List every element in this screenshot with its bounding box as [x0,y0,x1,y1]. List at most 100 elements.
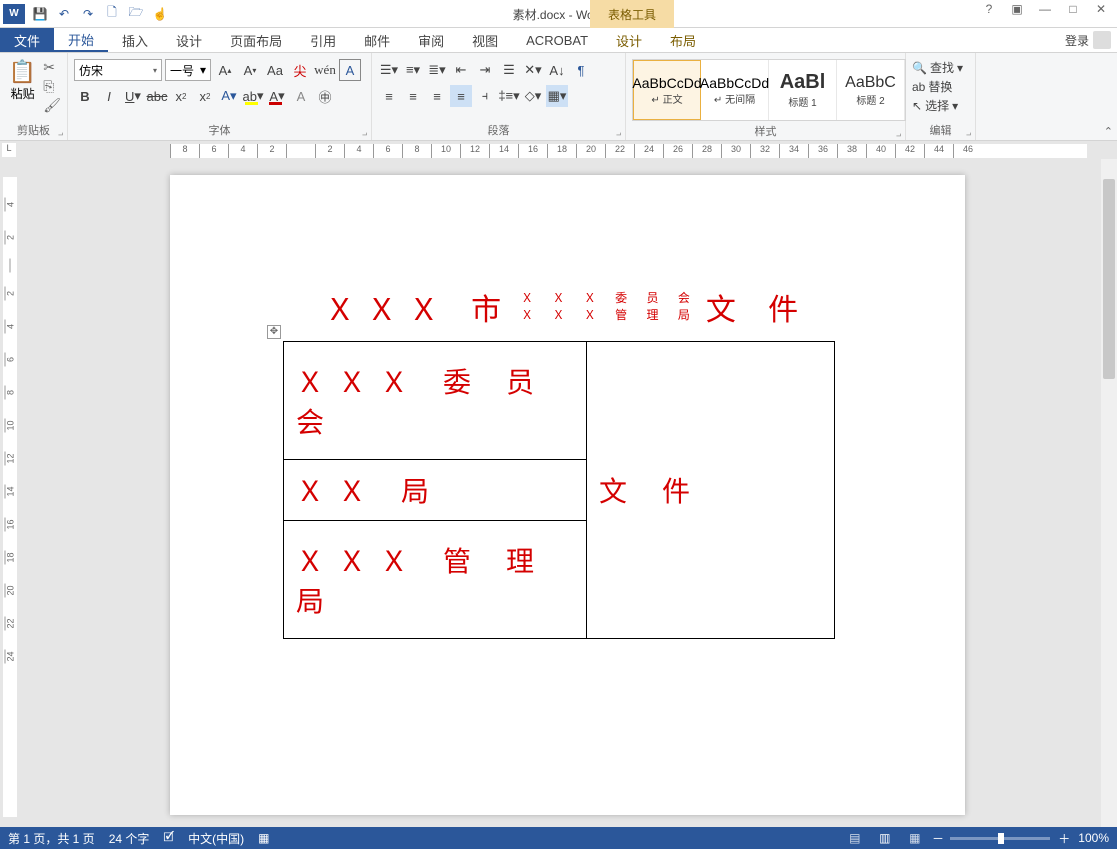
macro-icon[interactable]: ▦ [258,831,269,845]
redo-icon[interactable]: ↷ [76,2,100,26]
tab-selector[interactable]: L [2,143,16,157]
increase-indent-button[interactable]: ⇥ [474,59,496,81]
save-icon[interactable]: 💾 [28,2,52,26]
zoom-in-button[interactable]: ＋ [1058,830,1070,847]
align-right-button[interactable]: ≡ [426,85,448,107]
text-effects-button[interactable]: A▾ [218,85,240,107]
sort-button[interactable]: A↓ [546,59,568,81]
grow-font-button[interactable]: A▴ [214,59,236,81]
character-border-button[interactable]: A [339,59,361,81]
find-button[interactable]: 🔍查找▾ [912,59,963,76]
decrease-indent-button[interactable]: ⇤ [450,59,472,81]
multilevel-list-button[interactable]: ≣▾ [426,59,448,81]
word-count[interactable]: 24 个字 [109,830,150,847]
word-app-icon[interactable]: W [3,4,25,24]
subscript-button[interactable]: x2 [170,85,192,107]
page[interactable]: ＸＸＸ 市 Ｘ Ｘ Ｘ 委 员 会 Ｘ Ｘ Ｘ 管 理 局 文 件 ✥ ＸＸＸ … [170,175,965,815]
ltr-button[interactable]: ☰ [498,59,520,81]
clear-formatting-button[interactable]: wén [314,59,336,81]
open-icon[interactable]: 🗁 [124,2,148,26]
borders-button[interactable]: ▦▾ [546,85,568,107]
page-indicator[interactable]: 第 1 页，共 1 页 [8,830,95,847]
line-spacing-button[interactable]: ‡≡▾ [498,85,520,107]
bold-button[interactable]: B [74,85,96,107]
change-case-button[interactable]: Aa [264,59,286,81]
numbering-button[interactable]: ≡▾ [402,59,424,81]
cut-icon[interactable]: ✂ [43,59,61,76]
style-heading-2[interactable]: AaBbC标题 2 [837,60,905,120]
italic-button[interactable]: I [98,85,120,107]
align-left-button[interactable]: ≡ [378,85,400,107]
paste-button[interactable]: 📋 粘贴 [6,59,39,102]
style-no-spacing[interactable]: AaBbCcDd↵ 无间隔 [701,60,769,120]
shrink-font-button[interactable]: A▾ [239,59,261,81]
new-doc-icon[interactable]: 🗋 [100,2,124,26]
show-marks-button[interactable]: ¶ [570,59,592,81]
zoom-thumb[interactable] [998,833,1004,844]
tab-home[interactable]: 开始 [54,28,108,52]
zoom-level[interactable]: 100% [1078,831,1109,845]
tab-view[interactable]: 视图 [458,28,512,52]
collapse-ribbon-button[interactable]: ⌃ [1104,125,1113,138]
table-cell-r2c1[interactable]: ＸＸ 局 [284,460,587,521]
horizontal-ruler[interactable]: 8642246810121416182022242628303234363840… [20,141,1117,159]
copy-icon[interactable]: ⎘ [43,78,61,95]
view-web-layout[interactable]: ▦ [904,831,926,845]
tab-acrobat[interactable]: ACROBAT [512,28,602,52]
language-indicator[interactable]: 中文(中国) [188,830,244,847]
touch-mode-icon[interactable]: ☝ [148,2,172,26]
bullets-button[interactable]: ☰▾ [378,59,400,81]
font-name-combo[interactable]: 仿宋▾ [74,59,162,81]
tab-insert[interactable]: 插入 [108,28,162,52]
style-normal[interactable]: AaBbCcDd↵ 正文 [633,60,701,120]
maximize-button[interactable]: □ [1061,2,1085,16]
strikethrough-button[interactable]: abc [146,85,168,107]
align-center-button[interactable]: ≡ [402,85,424,107]
document-content[interactable]: ＸＸＸ 市 Ｘ Ｘ Ｘ 委 员 会 Ｘ Ｘ Ｘ 管 理 局 文 件 ✥ ＸＸＸ … [283,285,852,639]
document-table[interactable]: ＸＸＸ 委 员 会 文 件 ＸＸ 局 ＸＸＸ 管 理 局 [283,341,835,639]
tab-review[interactable]: 审阅 [404,28,458,52]
highlight-button[interactable]: ab▾ [242,85,264,107]
replace-button[interactable]: ab替换 [912,78,963,95]
sign-in[interactable]: 登录 [1059,28,1117,52]
character-shading-button[interactable]: A [290,85,312,107]
tab-references[interactable]: 引用 [296,28,350,52]
style-heading-1[interactable]: AaBl标题 1 [769,60,837,120]
tab-file[interactable]: 文件 [0,28,54,52]
tab-page-layout[interactable]: 页面布局 [216,28,296,52]
styles-gallery[interactable]: AaBbCcDd↵ 正文 AaBbCcDd↵ 无间隔 AaBl标题 1 AaBb… [632,59,906,121]
view-read-mode[interactable]: ▤ [844,831,866,845]
rtl-button[interactable]: ✕▾ [522,59,544,81]
phonetic-guide-button[interactable]: 尖 [289,59,311,81]
help-button[interactable]: ? [977,2,1001,16]
zoom-slider[interactable] [950,837,1050,840]
font-size-combo[interactable]: 一号▾ [165,59,211,81]
vertical-scrollbar[interactable] [1101,159,1117,827]
ribbon-options-button[interactable]: ▣ [1005,2,1029,16]
view-print-layout[interactable]: ▥ [874,831,896,845]
spell-check-icon[interactable]: 🗹 [163,828,174,849]
enclose-characters-button[interactable]: ㊥ [314,85,336,107]
tab-table-design[interactable]: 设计 [602,28,656,52]
table-move-handle[interactable]: ✥ [267,325,281,339]
minimize-button[interactable]: — [1033,2,1057,16]
table-cell-r1c1[interactable]: ＸＸＸ 委 员 会 [284,342,587,460]
tab-table-layout[interactable]: 布局 [656,28,710,52]
underline-button[interactable]: U▾ [122,85,144,107]
distributed-button[interactable]: ⫞ [474,85,496,107]
zoom-out-button[interactable]: ─ [934,831,943,845]
format-painter-icon[interactable]: 🖌 [43,97,61,114]
justify-button[interactable]: ≡ [450,85,472,107]
superscript-button[interactable]: x2 [194,85,216,107]
tab-mailings[interactable]: 邮件 [350,28,404,52]
close-button[interactable]: ✕ [1089,2,1113,16]
vertical-ruler[interactable]: 4224681012141618202224 [0,159,22,827]
scroll-thumb[interactable] [1103,179,1115,379]
table-cell-merged-right[interactable]: 文 件 [587,342,835,639]
undo-icon[interactable]: ↶ [52,2,76,26]
select-button[interactable]: ↖选择▾ [912,97,963,114]
table-cell-r3c1[interactable]: ＸＸＸ 管 理 局 [284,521,587,639]
shading-button[interactable]: ◇▾ [522,85,544,107]
tab-design[interactable]: 设计 [162,28,216,52]
font-color-button[interactable]: A▾ [266,85,288,107]
